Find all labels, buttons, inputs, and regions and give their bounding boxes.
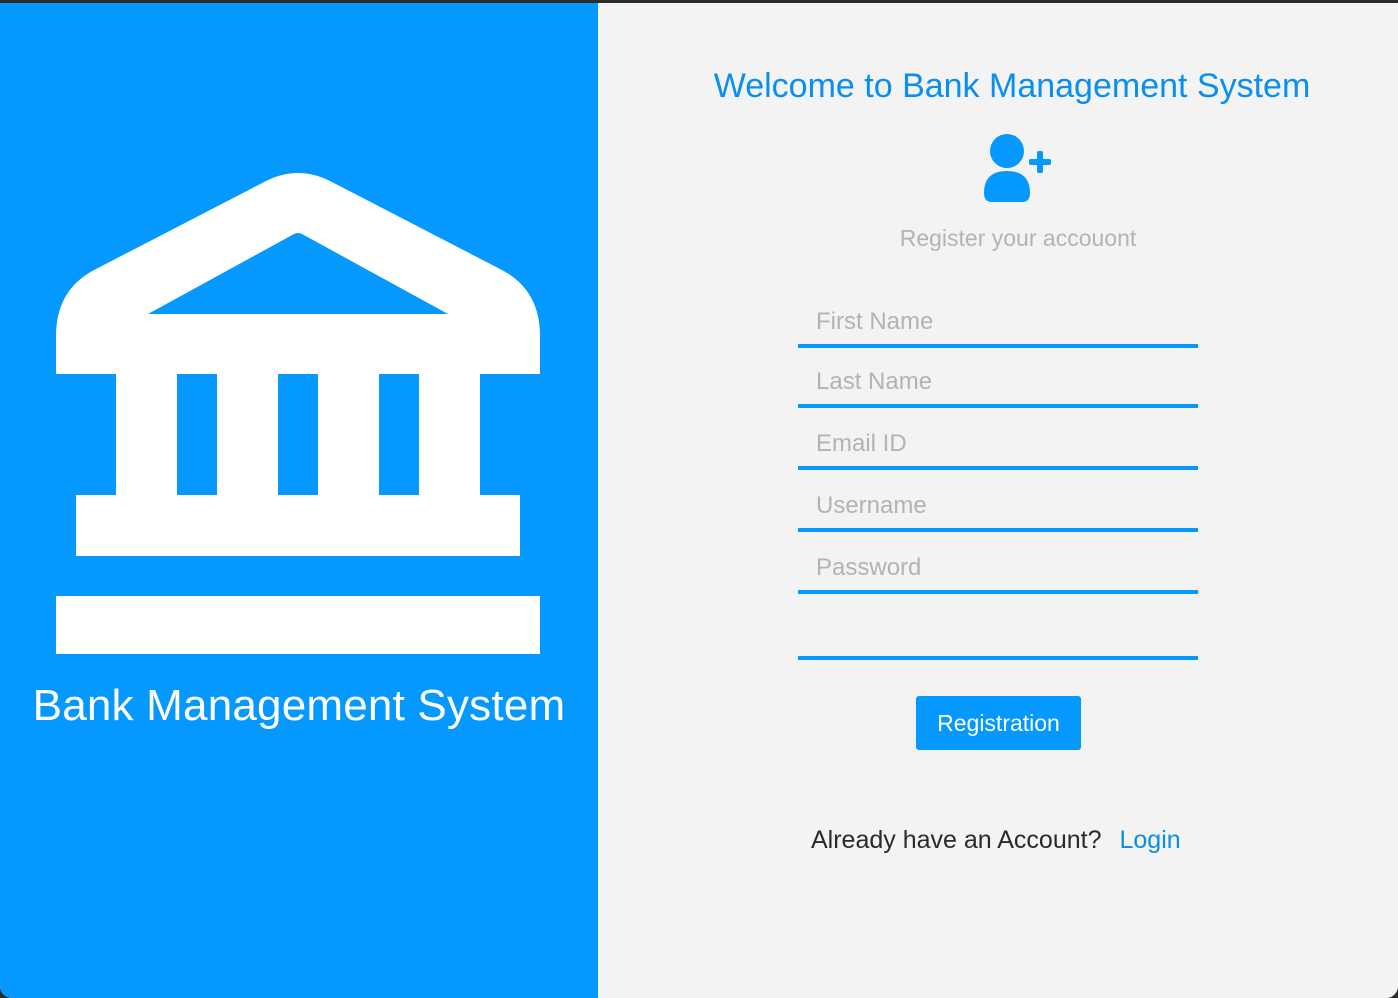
login-row: Already have an Account? Login bbox=[811, 826, 1181, 855]
login-link[interactable]: Login bbox=[1119, 826, 1180, 854]
welcome-title: Welcome to Bank Management System bbox=[713, 67, 1311, 105]
bank-building-icon bbox=[56, 173, 540, 654]
registration-button[interactable]: Registration bbox=[916, 696, 1081, 750]
add-user-icon bbox=[984, 134, 1051, 202]
email-field[interactable] bbox=[798, 422, 1198, 470]
brand-title: Bank Management System bbox=[32, 681, 566, 730]
register-subtitle: Register your accouont bbox=[899, 225, 1137, 251]
password-field[interactable] bbox=[798, 546, 1198, 594]
registration-panel: Welcome to Bank Management System Regist… bbox=[598, 3, 1398, 998]
last-name-field[interactable] bbox=[798, 360, 1198, 408]
first-name-field[interactable] bbox=[798, 300, 1198, 348]
username-field[interactable] bbox=[798, 484, 1198, 532]
brand-panel: Bank Management System bbox=[0, 3, 598, 998]
extra-field[interactable] bbox=[798, 612, 1198, 660]
app-window: Bank Management System Welcome to Bank M… bbox=[0, 3, 1398, 998]
login-prompt: Already have an Account? bbox=[811, 826, 1102, 854]
